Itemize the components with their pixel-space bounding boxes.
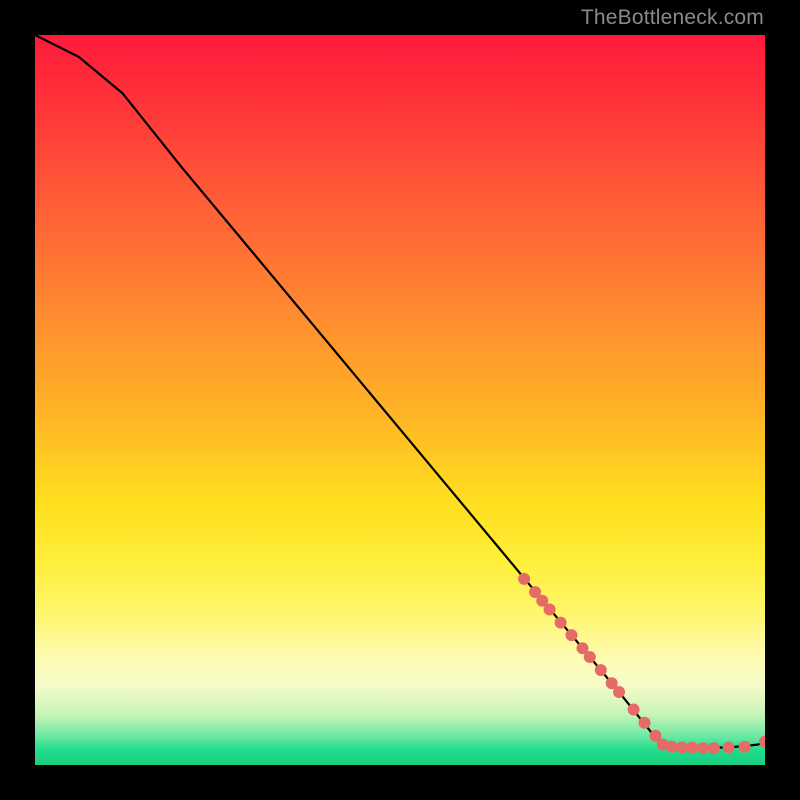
data-marker — [686, 742, 698, 754]
watermark-text: TheBottleneck.com — [581, 6, 764, 30]
data-marker — [708, 742, 720, 754]
data-marker — [759, 736, 765, 748]
chart-svg — [35, 35, 765, 765]
data-marker — [555, 617, 567, 629]
data-marker — [723, 742, 735, 754]
chart-stage: TheBottleneck.com — [0, 0, 800, 800]
data-marker — [739, 741, 751, 753]
bottleneck-curve — [35, 35, 765, 748]
data-marker — [639, 717, 651, 729]
data-marker — [544, 604, 556, 616]
data-marker — [584, 651, 596, 663]
data-marker — [566, 629, 578, 641]
data-marker — [666, 741, 678, 753]
data-marker — [628, 704, 640, 716]
data-marker — [613, 686, 625, 698]
plot-area — [35, 35, 765, 765]
data-marker — [518, 573, 530, 585]
data-marker — [595, 664, 607, 676]
data-markers — [518, 573, 765, 754]
data-marker — [697, 742, 709, 754]
